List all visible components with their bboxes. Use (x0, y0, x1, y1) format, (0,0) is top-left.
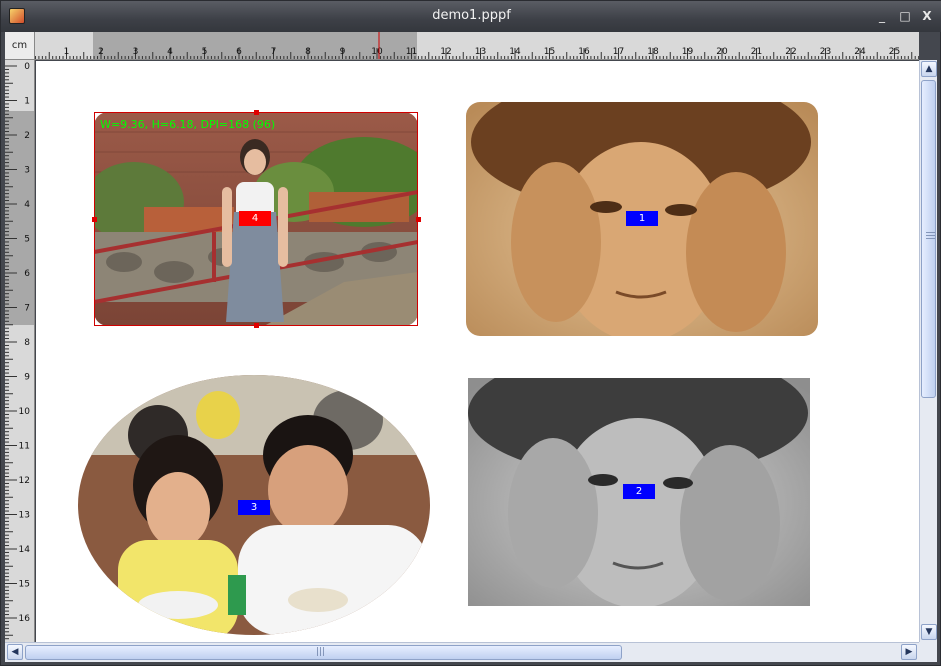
resize-grip[interactable] (919, 642, 937, 662)
ruler-label: 1 (24, 97, 30, 107)
photo-2[interactable]: 2 (468, 378, 810, 606)
ruler-label: 3 (133, 47, 139, 57)
ruler-label: 0 (24, 62, 30, 72)
ruler-label: 12 (440, 47, 451, 57)
photo-number-badge: 2 (623, 484, 655, 499)
ruler-label: 11 (406, 47, 417, 57)
ruler-label: 15 (19, 580, 30, 590)
ruler-label: 8 (24, 338, 30, 348)
ruler-label: 25 (889, 47, 900, 57)
horizontal-ruler[interactable]: 1 2 3 4 5 6 7 8 9 10 11 12 13 14 15 16 17 18 19 20 21 22 23 24 2… (35, 32, 919, 60)
ruler-label: 4 (24, 200, 30, 210)
photo-1[interactable]: 1 (466, 102, 818, 336)
vertical-ruler-scale: 012345678910111213141516 (5, 62, 34, 640)
ruler-label: 21 (751, 47, 762, 57)
scroll-grip-icon: ||| (316, 647, 326, 657)
ruler-label: 2 (98, 47, 104, 57)
ruler-label: 5 (24, 235, 30, 245)
photo-number-badge: 4 (239, 211, 271, 226)
horizontal-ruler-scale: 1 2 3 4 5 6 7 8 9 10 11 12 13 14 15 16 17 18 19 20 21 22 23 24 2… (35, 32, 919, 59)
minimize-button[interactable]: _ (874, 8, 890, 24)
ruler-label: 11 (19, 442, 30, 452)
ruler-unit-label[interactable]: cm (5, 32, 35, 60)
ruler-label: 8 (305, 47, 311, 57)
ruler-label: 15 (544, 47, 555, 57)
ruler-label: 6 (24, 269, 30, 279)
ruler-label: 3 (24, 166, 30, 176)
ruler-label: 10 (19, 407, 31, 417)
ruler-label: 14 (19, 545, 31, 555)
ruler-label: 19 (682, 47, 694, 57)
ruler-selection-range (5, 111, 34, 325)
photo-3[interactable]: 3 (78, 375, 430, 635)
vertical-scroll-thumb[interactable]: ||| (921, 80, 936, 398)
ruler-label: 10 (371, 47, 383, 57)
ruler-label: 23 (820, 47, 831, 57)
ruler-label: 18 (647, 47, 659, 57)
ruler-label: 13 (475, 47, 486, 57)
ruler-label: 14 (509, 47, 521, 57)
ruler-label: 24 (854, 47, 866, 57)
page-canvas[interactable]: W=9.36, H=6.18, DPI=168 (96) 4 1 3 2 (36, 61, 919, 642)
ruler-label: 4 (167, 47, 173, 57)
photo-4[interactable]: W=9.36, H=6.18, DPI=168 (96) 4 (94, 112, 418, 326)
ruler-label: 17 (613, 47, 624, 57)
resize-handle-left[interactable] (92, 217, 97, 222)
horizontal-scroll-thumb[interactable]: ||| (25, 645, 622, 660)
ruler-label: 12 (19, 476, 30, 486)
selection-info-text: W=9.36, H=6.18, DPI=168 (96) (100, 118, 276, 131)
ruler-label: 13 (19, 511, 30, 521)
ruler-selection-range (93, 32, 417, 59)
ruler-label: 22 (785, 47, 796, 57)
scroll-grip-icon: ||| (925, 231, 935, 241)
ruler-label: 7 (24, 304, 30, 314)
vertical-scrollbar[interactable]: ▲ ||| ▼ (919, 60, 937, 642)
photo-number-badge: 1 (626, 211, 658, 226)
resize-handle-top[interactable] (254, 110, 259, 115)
ruler-label: 16 (578, 47, 590, 57)
resize-handle-right[interactable] (416, 217, 421, 222)
ruler-label: 5 (202, 47, 208, 57)
title-bar[interactable]: demo1.pppf _ □ X (1, 1, 941, 32)
app-window: demo1.pppf _ □ X cm 1 2 3 4 5 6 7 8 9 10 11 12 13 14 1… (0, 0, 941, 666)
maximize-button[interactable]: □ (897, 8, 913, 24)
scroll-right-icon[interactable]: ▶ (901, 644, 917, 660)
ruler-label: 1 (64, 47, 70, 57)
ruler-label: 16 (19, 614, 31, 624)
close-button[interactable]: X (919, 8, 935, 24)
vertical-ruler[interactable]: 0 1 2 3 4 5 6 7 8 9 10 11 12 13 14 15 16 (5, 60, 35, 642)
ruler-label: 2 (24, 131, 30, 141)
ruler-label: 7 (271, 47, 277, 57)
ruler-label: 9 (24, 373, 30, 383)
ruler-label: 6 (236, 47, 242, 57)
resize-handle-bottom[interactable] (254, 323, 259, 328)
scroll-left-icon[interactable]: ◀ (7, 644, 23, 660)
ruler-label: 9 (340, 47, 346, 57)
ruler-label: 20 (716, 47, 728, 57)
window-title: demo1.pppf (432, 8, 511, 23)
photo-number-badge: 3 (238, 500, 270, 515)
scroll-down-icon[interactable]: ▼ (921, 624, 937, 640)
scroll-up-icon[interactable]: ▲ (921, 61, 937, 77)
horizontal-scrollbar[interactable]: ◀ ||| ▶ (5, 642, 919, 662)
